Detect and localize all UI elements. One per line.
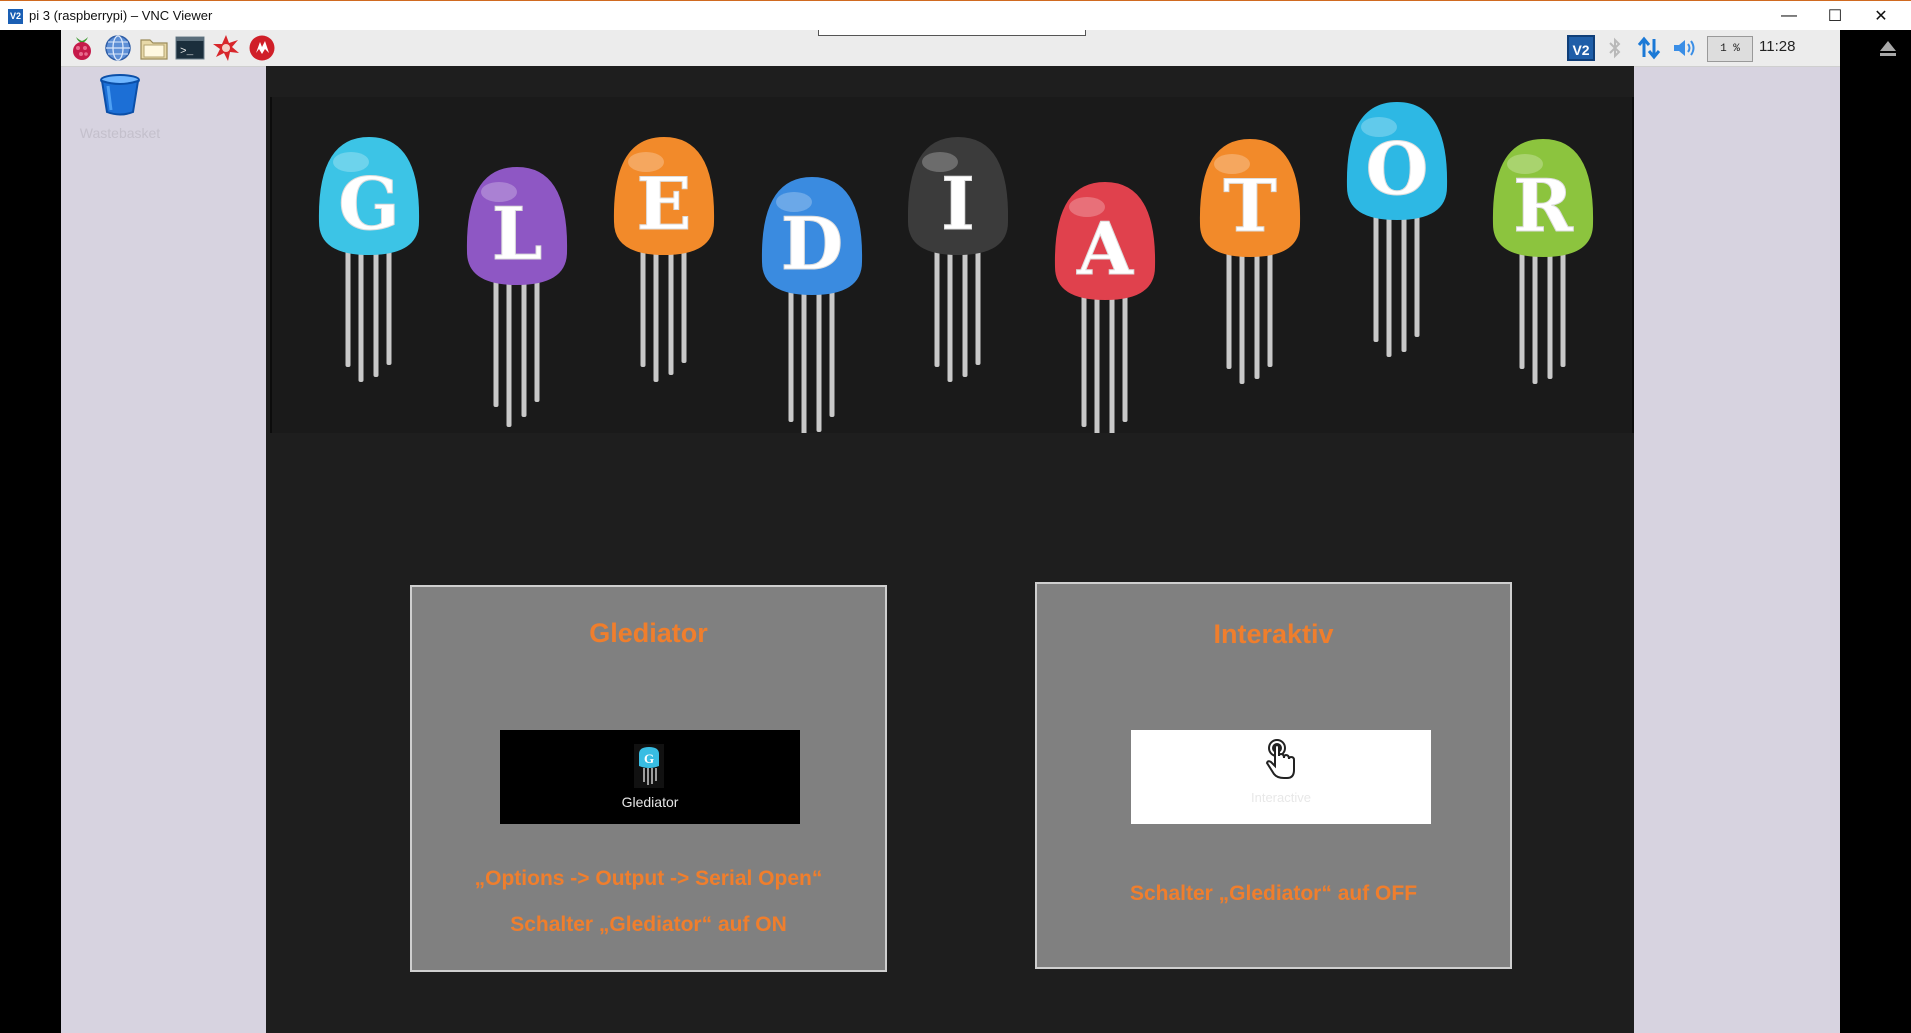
glediator-letter-e-2: E [613, 137, 715, 382]
vnc-toolbar-handle[interactable] [818, 30, 1086, 36]
wastebasket-label: Wastebasket [79, 125, 161, 141]
glediator-letter-l-1: L [466, 167, 568, 427]
glediator-box: Glediator G Glediator „Options -> Output… [410, 585, 887, 972]
wastebasket-desktop-item[interactable]: Wastebasket [70, 72, 170, 141]
glediator-letter-t-6: T [1199, 139, 1301, 384]
glediator-letter-a-5: A [1054, 182, 1156, 447]
raspberry-menu-icon[interactable] [67, 33, 97, 63]
vnc-server-tray-icon[interactable]: V2 [1565, 33, 1597, 63]
interactive-app-button[interactable]: Interactive [1131, 730, 1431, 824]
glediator-logo: G L E D I A T O R [318, 102, 1594, 447]
glediator-letter-g-0: G [318, 137, 420, 382]
window-title-bar: V2 pi 3 (raspberrypi) – VNC Viewer — ☐ ✕ [0, 0, 1911, 30]
viewer-left-margin [0, 30, 61, 1033]
volume-speaker-icon[interactable] [1670, 33, 1700, 63]
svg-text:G: G [644, 751, 654, 766]
glediator-letter-i-4: I [907, 137, 1009, 382]
window-title: pi 3 (raspberrypi) – VNC Viewer [29, 8, 213, 23]
glediator-app-button[interactable]: G Glediator [500, 730, 800, 824]
svg-text:T: T [1223, 163, 1277, 248]
svg-text:L: L [492, 191, 543, 276]
svg-text:I: I [941, 161, 975, 246]
terminal-icon[interactable]: >_ [175, 33, 205, 63]
svg-text:G: G [338, 161, 400, 246]
maximize-button[interactable]: ☐ [1812, 1, 1858, 31]
wastebasket-icon [100, 74, 140, 116]
eject-icon[interactable] [1876, 33, 1900, 63]
network-arrows-icon[interactable] [1634, 33, 1664, 63]
glediator-instruction-2: Schalter „Glediator“ auf ON [510, 913, 787, 936]
glediator-app-icon: G [634, 744, 664, 788]
interactive-app-label: Interactive [1251, 790, 1311, 805]
math-kernel-star-icon[interactable] [211, 33, 241, 63]
bluetooth-icon[interactable] [1602, 33, 1628, 63]
interaktiv-box-title: Interaktiv [1213, 619, 1334, 649]
svg-text:O: O [1366, 126, 1429, 211]
wolfram-icon[interactable] [247, 33, 277, 63]
viewer-right-margin [1840, 30, 1911, 1033]
glediator-box-title: Glediator [589, 618, 708, 648]
glediator-letter-d-3: D [761, 177, 863, 439]
web-browser-globe-icon[interactable] [103, 33, 133, 63]
cpu-usage-monitor[interactable]: 1 % [1707, 36, 1753, 62]
touch-hand-icon [1265, 739, 1295, 779]
svg-text:>_: >_ [180, 46, 194, 58]
svg-text:D: D [781, 201, 843, 286]
interaktiv-box: Interaktiv Interactive Schalter „Glediat… [1035, 582, 1512, 969]
close-button[interactable]: ✕ [1858, 1, 1904, 31]
svg-text:A: A [1076, 206, 1134, 291]
glediator-letter-o-7: O [1346, 102, 1448, 357]
minimize-button[interactable]: — [1766, 1, 1812, 31]
glediator-banner: G L E D I A T OR [270, 97, 1634, 447]
svg-text:R: R [1513, 163, 1574, 248]
glediator-letter-r-8: R [1492, 139, 1594, 384]
svg-text:E: E [637, 161, 692, 246]
file-manager-folder-icon[interactable] [139, 33, 169, 63]
vnc-viewer-app-icon: V2 [8, 9, 23, 24]
interaktiv-instruction-1: Schalter „Glediator“ auf OFF [1129, 882, 1418, 905]
glediator-app-label: Glediator [621, 794, 679, 810]
clock[interactable]: 11:28 [1759, 38, 1795, 55]
glediator-instruction-1: „Options -> Output -> Serial Open“ [474, 867, 823, 890]
